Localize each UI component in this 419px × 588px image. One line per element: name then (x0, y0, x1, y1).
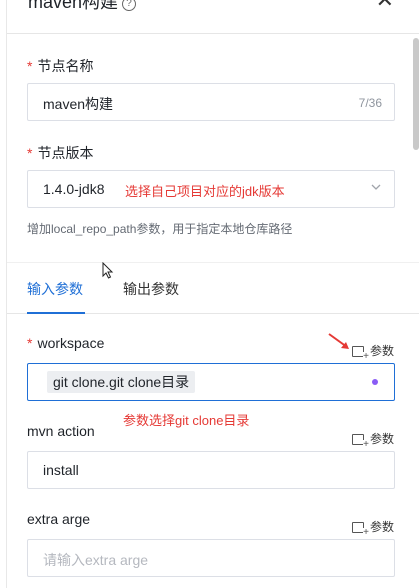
panel-title-text: maven构建 (28, 0, 119, 12)
question-circle-icon[interactable]: ? (122, 0, 137, 11)
version-annotation: 选择自己项目对应的jdk版本 (125, 184, 285, 199)
active-tab-indicator (27, 312, 85, 314)
mouse-cursor-icon (102, 262, 114, 279)
tab-input-params[interactable]: 输入参数 (27, 279, 83, 299)
param-tabs: 输入参数 输出参数 (7, 262, 419, 314)
mvn-action-label: mvn action (27, 423, 95, 439)
param-button-label: 参数 (369, 432, 394, 446)
tab-output-params[interactable]: 输出参数 (123, 279, 179, 299)
node-name-input[interactable]: maven构建 7/36 (27, 83, 395, 121)
workspace-label-text: workspace (37, 335, 105, 351)
required-mark: * (27, 145, 33, 161)
extra-arge-label: extra arge (27, 511, 91, 527)
node-config-panel: maven构建? ✕ *节点名称 maven构建 7/36 *节点版本 1.4.… (6, 0, 419, 588)
add-param-icon (351, 434, 369, 450)
extra-arge-param-button[interactable]: 参数 (351, 518, 394, 538)
node-name-value: maven构建 (43, 96, 114, 112)
node-version-label-text: 节点版本 (37, 145, 94, 161)
workspace-input[interactable]: git clone.git clone目录 (27, 363, 395, 401)
mvn-action-input[interactable]: install (27, 451, 395, 489)
workspace-annotation: 参数选择git clone目录 (123, 413, 250, 428)
red-arrow-icon (328, 333, 349, 349)
panel-header: maven构建? ✕ (7, 0, 419, 34)
node-version-value: 1.4.0-jdk8 (43, 181, 105, 197)
extra-arge-placeholder: 请输入extra arge (43, 552, 149, 568)
add-param-icon (351, 522, 369, 538)
param-button-label: 参数 (369, 520, 394, 534)
node-name-label: * 节点名称 (27, 56, 93, 76)
node-version-label: * 节点版本 (27, 143, 93, 163)
version-hint: 增加local_repo_path参数，用于指定本地仓库路径 (27, 222, 293, 236)
add-param-icon (351, 346, 369, 362)
variable-tag[interactable]: git clone.git clone目录 (47, 371, 196, 393)
node-name-label-text: 节点名称 (37, 58, 94, 74)
required-mark: * (27, 335, 33, 351)
close-icon[interactable]: ✕ (376, 0, 394, 11)
scrollbar[interactable] (413, 38, 419, 150)
chevron-down-icon (371, 184, 381, 190)
mvn-action-value: install (43, 462, 79, 478)
variable-dot-icon (372, 379, 378, 385)
extra-arge-input[interactable]: 请输入extra arge (27, 539, 395, 577)
mvn-action-param-button[interactable]: 参数 (351, 430, 394, 450)
required-mark: * (27, 58, 33, 74)
panel-title: maven构建? (28, 0, 137, 14)
workspace-label: * workspace (27, 335, 104, 351)
param-button-label: 参数 (369, 344, 394, 358)
workspace-param-button[interactable]: 参数 (351, 342, 394, 362)
char-count: 7/36 (358, 96, 382, 110)
